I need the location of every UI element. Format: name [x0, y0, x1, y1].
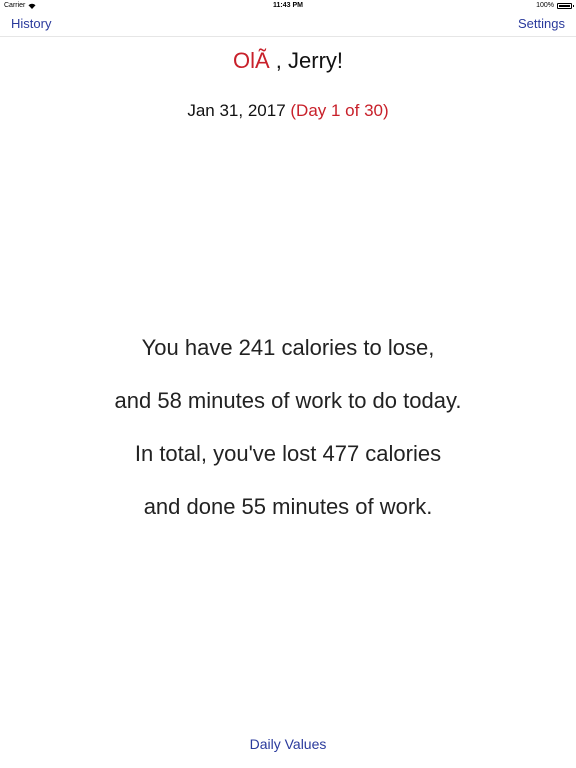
app-screen: Carrier 11:43 PM 100% History Settings O… [0, 0, 576, 768]
date-line: Jan 31, 2017 (Day 1 of 30) [0, 101, 576, 121]
settings-button[interactable]: Settings [518, 16, 565, 31]
status-bar: Carrier 11:43 PM 100% [0, 0, 576, 12]
status-right: 100% [536, 2, 574, 9]
footer: Daily Values [0, 736, 576, 752]
daily-values-button[interactable]: Daily Values [250, 736, 327, 752]
calories-lost-total-text: In total, you've lost 477 calories [134, 441, 442, 466]
minutes-done-total-text: and done 55 minutes of work. [143, 494, 433, 519]
status-time: 11:43 PM [273, 2, 303, 9]
greeting: OlÃ , Jerry! [0, 48, 576, 74]
calories-remaining-text: You have 241 calories to lose, [141, 335, 435, 360]
day-progress: (Day 1 of 30) [290, 101, 389, 120]
minutes-remaining-text: and 58 minutes of work to do today. [114, 388, 462, 413]
history-button[interactable]: History [11, 16, 51, 31]
current-date: Jan 31, 2017 [187, 101, 286, 120]
battery-percent: 100% [536, 2, 554, 9]
greeting-word: OlÃ [232, 48, 270, 73]
battery-icon [557, 2, 574, 9]
navigation-bar: History Settings [0, 12, 576, 37]
greeting-name: , Jerry! [269, 48, 344, 73]
